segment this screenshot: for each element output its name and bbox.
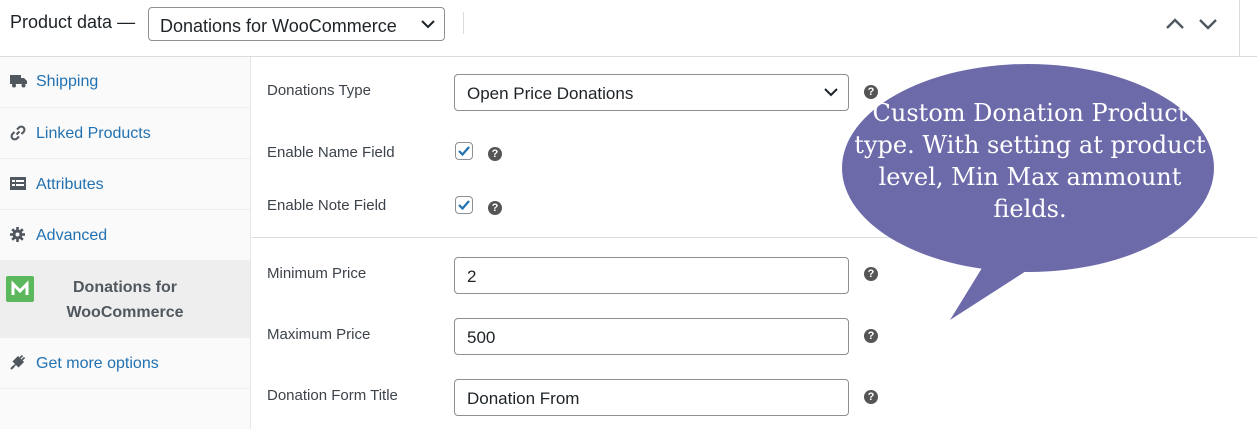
sidebar-item-linked-products[interactable]: Linked Products [0, 108, 250, 159]
product-data-tabs: Shipping Linked Products Attributes Adva… [0, 57, 251, 429]
donations-type-select[interactable]: Open Price Donations [454, 74, 849, 111]
product-type-select[interactable]: Donations for WooCommerce [148, 7, 445, 41]
help-icon[interactable]: ? [864, 329, 878, 343]
max-price-value: 500 [467, 328, 496, 347]
enable-note-label: Enable Note Field [267, 197, 387, 214]
sidebar-item-get-more-options[interactable]: Get more options [0, 338, 250, 389]
truck-icon [10, 75, 27, 88]
sidebar-item-label: Shipping [36, 73, 99, 90]
donations-type-label: Donations Type [267, 82, 371, 99]
enable-name-checkbox[interactable] [455, 142, 473, 160]
plug-icon [10, 355, 25, 370]
sidebar-item-label: Attributes [36, 176, 104, 193]
callout-text: Custom Donation Product type. With setti… [854, 99, 1206, 223]
sidebar-item-advanced[interactable]: Advanced [0, 210, 250, 261]
sidebar-item-label: Advanced [36, 227, 108, 244]
product-type-value: Donations for WooCommerce [160, 16, 397, 36]
sidebar-item-donations[interactable]: Donations for WooCommerce [0, 261, 250, 338]
enable-note-checkbox[interactable] [455, 196, 473, 214]
link-icon [10, 125, 26, 141]
sidebar-item-shipping[interactable]: Shipping [0, 57, 250, 108]
checkmark-icon [458, 200, 470, 211]
help-icon[interactable]: ? [864, 390, 878, 404]
checkmark-icon [458, 146, 470, 157]
sidebar-item-label: Linked Products [36, 125, 151, 142]
min-price-value: 2 [467, 267, 477, 286]
min-price-input[interactable]: 2 [454, 257, 849, 294]
form-title-input[interactable]: Donation From [454, 379, 849, 416]
section-divider [252, 237, 1257, 238]
max-price-label: Maximum Price [267, 326, 371, 343]
min-price-label: Minimum Price [267, 265, 367, 282]
move-down-icon[interactable] [1198, 16, 1218, 32]
form-title-label: Donation Form Title [267, 387, 398, 404]
move-up-icon[interactable] [1165, 16, 1185, 32]
list-icon [10, 177, 26, 190]
header-right-divider [1239, 0, 1240, 56]
plugin-logo [6, 276, 34, 302]
gear-icon [10, 227, 25, 242]
enable-name-label: Enable Name Field [267, 144, 395, 161]
chevron-down-icon [824, 88, 838, 97]
help-icon[interactable]: ? [864, 267, 878, 281]
sidebar-item-attributes[interactable]: Attributes [0, 159, 250, 210]
max-price-input[interactable]: 500 [454, 318, 849, 355]
product-data-title: Product data — [10, 12, 136, 32]
form-title-value: Donation From [467, 389, 580, 408]
chevron-down-icon [421, 20, 435, 29]
help-icon[interactable]: ? [488, 201, 502, 215]
sidebar-item-label: Get more options [36, 355, 159, 372]
donations-type-value: Open Price Donations [467, 84, 634, 103]
header-divider [463, 12, 464, 34]
help-icon[interactable]: ? [488, 147, 502, 161]
sidebar-item-label: Donations for WooCommerce [66, 279, 184, 321]
product-data-header: Product data — Donations for WooCommerce [0, 0, 1257, 57]
